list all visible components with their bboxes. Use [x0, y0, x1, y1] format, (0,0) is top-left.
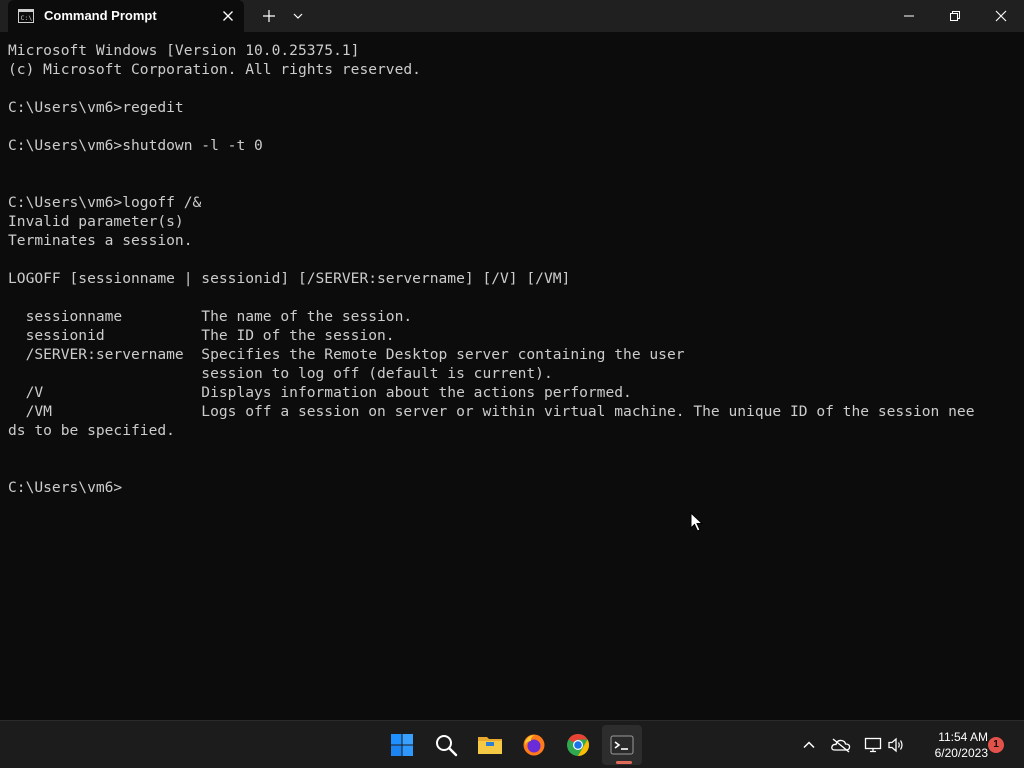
tab-close-icon[interactable]: [220, 8, 236, 24]
show-hidden-icons-button[interactable]: [797, 733, 821, 757]
active-app-indicator: [616, 761, 632, 764]
console-line: LOGOFF [sessionname | sessionid] [/SERVE…: [8, 270, 571, 287]
console-line: Invalid parameter(s): [8, 213, 184, 230]
console-line: session to log off (default is current).: [8, 365, 553, 382]
cmd-icon: C:\: [18, 9, 34, 23]
console-line: Terminates a session.: [8, 232, 193, 249]
chrome-button[interactable]: [558, 725, 598, 765]
console-line: sessionid The ID of the session.: [8, 327, 395, 344]
console-line: C:\Users\vm6>shutdown -l -t 0: [8, 137, 263, 154]
clock-time: 11:54 AM: [938, 730, 988, 744]
console-prompt-line[interactable]: C:\Users\vm6>: [8, 478, 1018, 497]
console-area[interactable]: Microsoft Windows [Version 10.0.25375.1]…: [0, 32, 1024, 720]
restore-button[interactable]: [932, 0, 978, 32]
title-bar: C:\ Command Prompt: [0, 0, 1024, 32]
file-explorer-button[interactable]: [470, 725, 510, 765]
tab-dropdown-button[interactable]: [286, 0, 310, 32]
search-icon: [436, 735, 458, 757]
mouse-pointer-icon: [690, 512, 704, 532]
terminal-icon: [610, 735, 634, 755]
console-line: sessionname The name of the session.: [8, 308, 413, 325]
new-tab-button[interactable]: [256, 0, 282, 32]
tab-command-prompt[interactable]: C:\ Command Prompt: [8, 0, 244, 32]
network-icon: [864, 737, 882, 753]
firefox-icon: [523, 734, 545, 756]
console-line: ds to be specified.: [8, 422, 175, 439]
search-button[interactable]: [426, 725, 466, 765]
chevron-down-icon: [293, 13, 303, 19]
chrome-icon: [567, 734, 589, 756]
tab-title: Command Prompt: [44, 8, 157, 23]
minimize-button[interactable]: [886, 0, 932, 32]
console-line: C:\Users\vm6>regedit: [8, 99, 184, 116]
taskbar: 11:54 AM 6/20/2023: [0, 720, 1024, 768]
start-button[interactable]: [382, 725, 422, 765]
minimize-icon: [904, 15, 914, 17]
console-line: /V Displays information about the action…: [8, 384, 632, 401]
close-window-button[interactable]: [978, 0, 1024, 32]
onedrive-button[interactable]: [829, 733, 853, 757]
clock[interactable]: 11:54 AM 6/20/2023: [912, 729, 988, 761]
chevron-up-icon: [803, 741, 815, 749]
plus-icon: [263, 10, 275, 22]
notification-badge[interactable]: 1: [988, 737, 1004, 753]
restore-icon: [950, 11, 960, 21]
onedrive-offline-icon: [831, 738, 851, 753]
terminal-button[interactable]: [602, 725, 642, 765]
firefox-button[interactable]: [514, 725, 554, 765]
console-line: (c) Microsoft Corporation. All rights re…: [8, 61, 421, 78]
windows-logo-icon: [391, 734, 413, 756]
console-line: /SERVER:servername Specifies the Remote …: [8, 346, 685, 363]
clock-date: 6/20/2023: [934, 746, 988, 760]
volume-button[interactable]: [884, 733, 908, 757]
volume-icon: [888, 737, 903, 753]
svg-text:C:\: C:\: [21, 14, 33, 22]
console-output: Microsoft Windows [Version 10.0.25375.1]…: [8, 41, 1018, 497]
folder-icon: [478, 737, 502, 754]
network-button[interactable]: [861, 733, 885, 757]
console-line: Microsoft Windows [Version 10.0.25375.1]: [8, 42, 360, 59]
close-icon: [995, 10, 1007, 22]
console-line: /VM Logs off a session on server or with…: [8, 403, 975, 420]
console-line: C:\Users\vm6>logoff /&: [8, 194, 202, 211]
